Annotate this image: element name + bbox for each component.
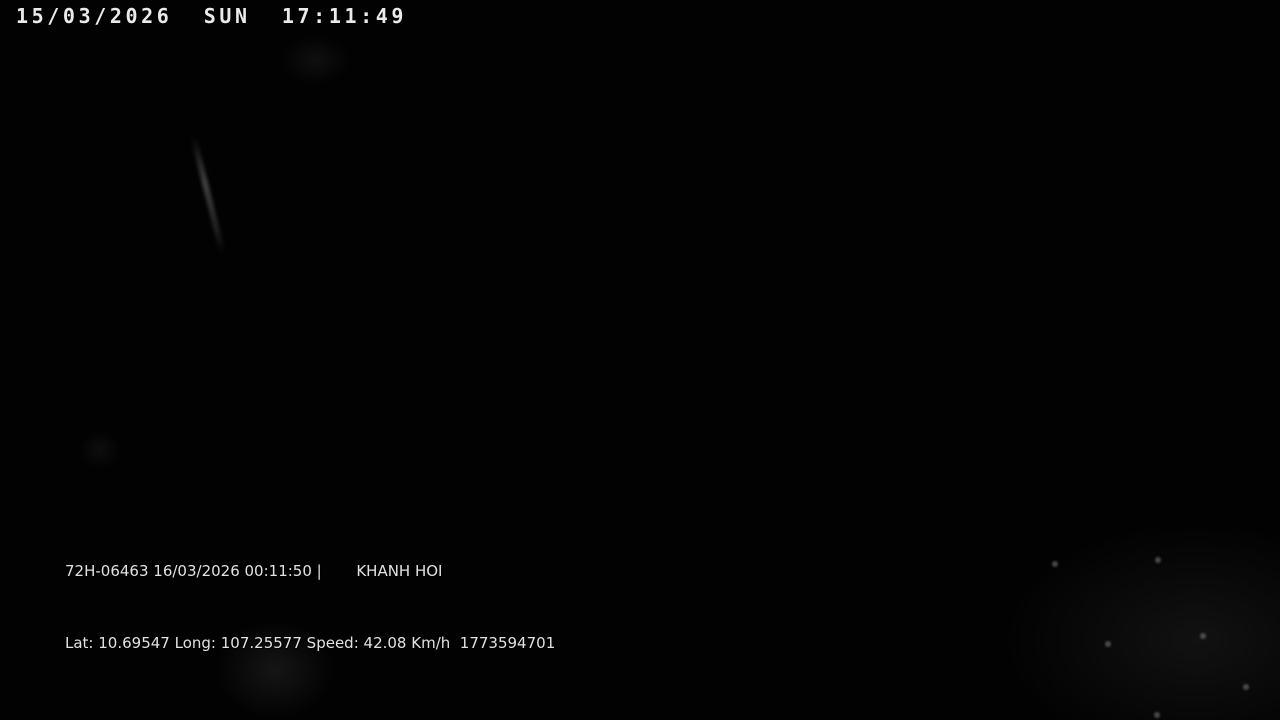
camera-timestamp: 15/03/2026 SUN 17:11:49 bbox=[16, 4, 408, 28]
speed-label: Speed: bbox=[306, 634, 359, 652]
lat-label: Lat: bbox=[65, 634, 94, 652]
light-streak bbox=[190, 136, 226, 254]
gps-datetime: 16/03/2026 00:11:50 bbox=[153, 562, 312, 580]
separator: | bbox=[316, 562, 322, 580]
long-value: 107.25577 bbox=[220, 634, 302, 652]
light-speck bbox=[1105, 641, 1111, 647]
record-id: 1773594701 bbox=[459, 634, 556, 652]
lat-value: 10.69547 bbox=[98, 634, 170, 652]
light-glow bbox=[1000, 520, 1280, 720]
camera-frame: 15/03/2026 SUN 17:11:49 72H-06463 16/03/… bbox=[0, 0, 1280, 720]
license-plate: 72H-06463 bbox=[65, 562, 149, 580]
light-speck bbox=[1052, 561, 1058, 567]
vehicle-info-line: 72H-06463 16/03/2026 00:11:50 | KHANH HO… bbox=[65, 562, 442, 580]
speed-value: 42.08 Km/h bbox=[363, 634, 451, 652]
light-speck bbox=[1243, 684, 1249, 690]
light-speck bbox=[1200, 633, 1206, 639]
lens-smudge bbox=[280, 35, 350, 85]
light-speck bbox=[1155, 557, 1161, 563]
light-speck bbox=[1154, 712, 1160, 718]
long-label: Long: bbox=[174, 634, 216, 652]
gps-info-line: Lat: 10.69547 Long: 107.25577 Speed: 42.… bbox=[65, 634, 555, 652]
location-name: KHANH HOI bbox=[356, 562, 443, 580]
lens-smudge bbox=[80, 430, 120, 470]
